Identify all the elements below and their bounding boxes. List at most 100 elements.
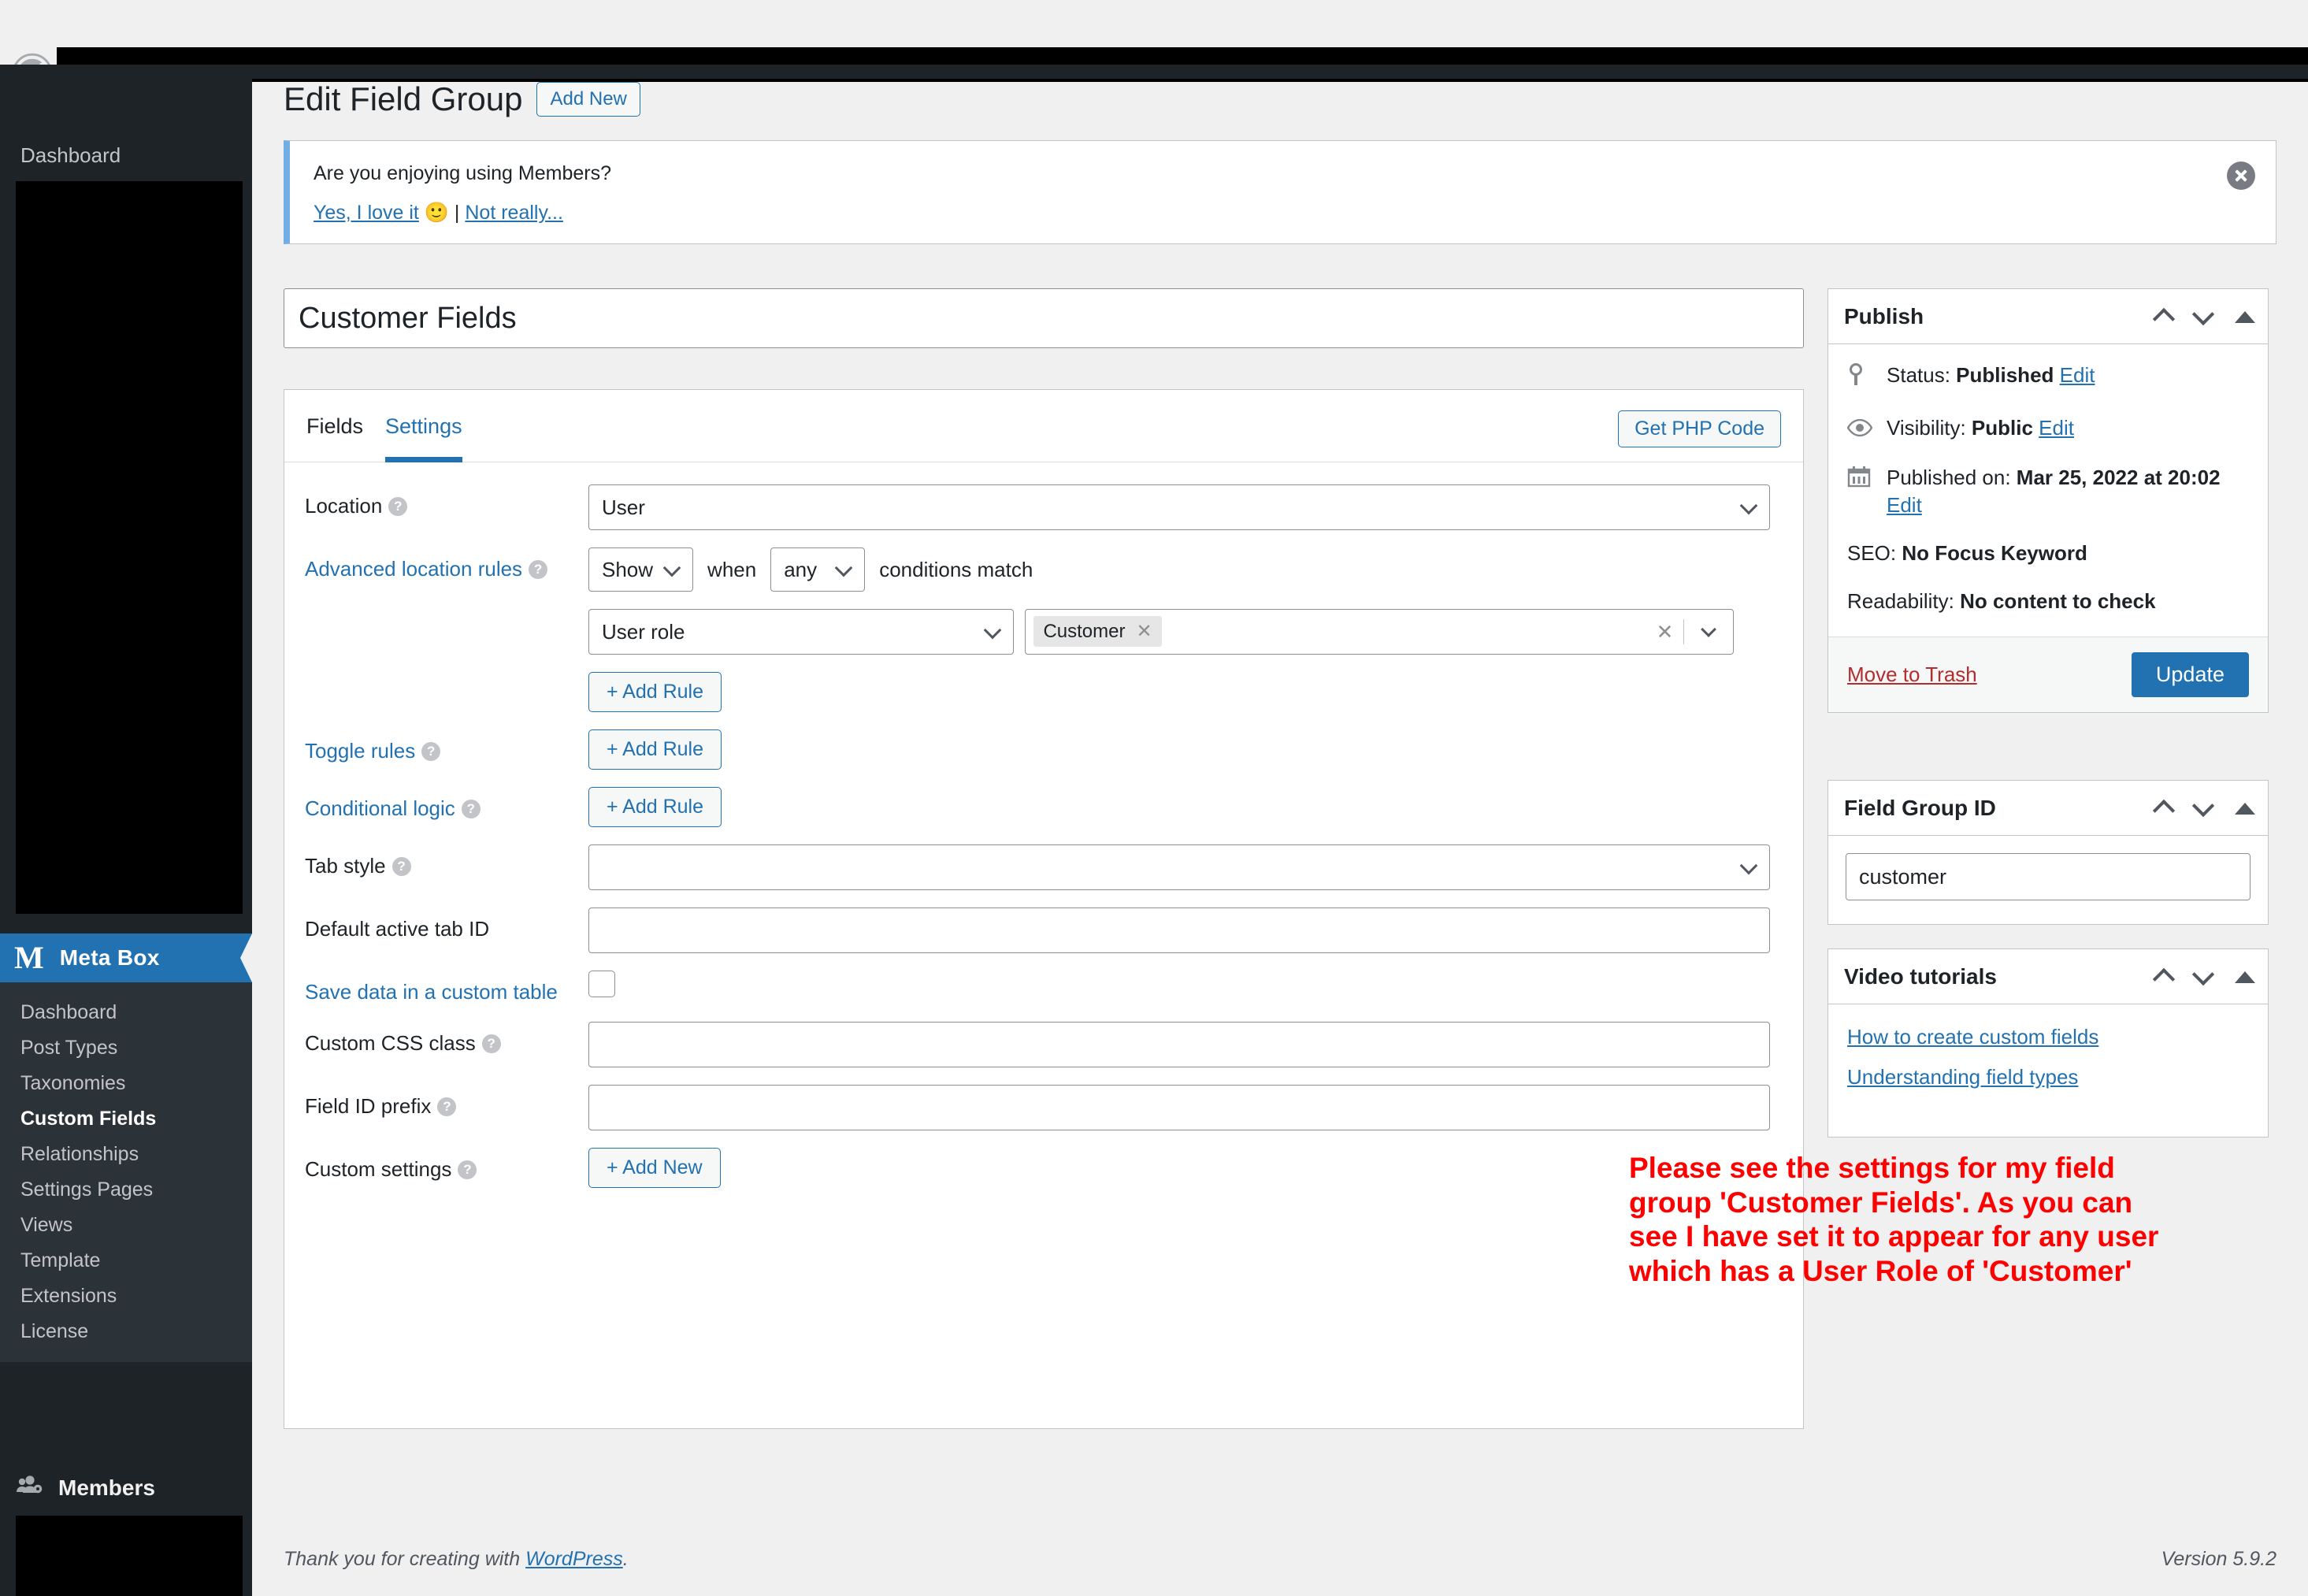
sidebar-item-template[interactable]: Template: [0, 1243, 252, 1279]
publish-date-line: Published on: Mar 25, 2022 at 20:02 Edit: [1847, 464, 2249, 519]
row-toggle-rules: Toggle rules ? + Add Rule: [305, 729, 1783, 770]
tab-settings[interactable]: Settings: [385, 390, 462, 462]
toggle-panel-icon[interactable]: [2235, 310, 2255, 323]
help-icon[interactable]: ?: [481, 1034, 501, 1053]
help-icon[interactable]: ?: [437, 1097, 457, 1116]
calendar-icon: [1847, 464, 1874, 495]
update-button[interactable]: Update: [2131, 651, 2249, 697]
publish-box-body: Status: Published Edit Visibility: Publi…: [1828, 344, 2268, 637]
publish-box-title: Publish: [1844, 303, 1924, 328]
custom-settings-label-text: Custom settings: [305, 1157, 452, 1181]
rule-show-hide-select[interactable]: Show: [588, 547, 694, 592]
publish-status-value: Published: [1956, 363, 2054, 387]
meta-box-logo-icon: M: [14, 940, 44, 975]
chevron-down-icon: [1739, 856, 1758, 875]
publish-visibility-edit-link[interactable]: Edit: [2039, 416, 2074, 440]
publish-status-edit-link[interactable]: Edit: [2060, 363, 2095, 387]
field-group-id-input[interactable]: customer: [1846, 853, 2250, 900]
help-icon[interactable]: ?: [461, 799, 481, 818]
row-field-id-prefix-label: Field ID prefix ?: [305, 1085, 588, 1119]
notice-emoji-icon: 🙂: [424, 202, 449, 224]
help-icon[interactable]: ?: [391, 856, 411, 876]
add-location-rule-button[interactable]: + Add Rule: [588, 672, 722, 712]
publish-box: Publish Status: Published Edit Visibilit…: [1827, 288, 2269, 713]
sidebar-item-dashboard[interactable]: Dashboard: [0, 129, 252, 181]
sidebar-item-views[interactable]: Views: [0, 1208, 252, 1243]
move-up-icon[interactable]: [2152, 307, 2176, 331]
move-down-icon[interactable]: [2191, 963, 2215, 986]
default-active-tab-id-input[interactable]: [588, 907, 1770, 953]
video-tutorial-link-1[interactable]: How to create custom fields: [1847, 1025, 2249, 1049]
rule-field-value: User role: [602, 620, 685, 644]
add-toggle-rule-button[interactable]: + Add Rule: [588, 729, 722, 770]
row-advanced-location-rules-label[interactable]: Advanced location rules ?: [305, 547, 588, 581]
row-toggle-rules-label[interactable]: Toggle rules ?: [305, 729, 588, 763]
sidebar-item-post-types[interactable]: Post Types: [0, 1030, 252, 1066]
notice-question: Are you enjoying using Members?: [314, 162, 611, 184]
toggle-panel-icon[interactable]: [2235, 802, 2255, 815]
field-id-prefix-input[interactable]: [588, 1085, 1770, 1130]
sidebar-item-meta-box[interactable]: M Meta Box: [0, 933, 252, 982]
video-tutorials-body: How to create custom fields Understandin…: [1828, 1004, 2268, 1137]
sidebar-item-relationships[interactable]: Relationships: [0, 1137, 252, 1172]
location-label-text: Location: [305, 494, 383, 518]
panel-tabs: Fields Settings Get PHP Code: [284, 390, 1803, 462]
add-custom-setting-button[interactable]: + Add New: [588, 1148, 721, 1188]
move-to-trash-link[interactable]: Move to Trash: [1847, 663, 1977, 687]
move-down-icon[interactable]: [2191, 302, 2215, 326]
notice-yes-link[interactable]: Yes, I love it: [314, 202, 419, 224]
rule-match-select[interactable]: any: [770, 547, 866, 592]
meta-box-submenu: Dashboard Post Types Taxonomies Custom F…: [0, 982, 252, 1362]
custom-css-class-input[interactable]: [588, 1022, 1770, 1067]
row-conditional-logic-label[interactable]: Conditional logic ?: [305, 787, 588, 821]
sidebar-item-dashboard-sub[interactable]: Dashboard: [0, 995, 252, 1030]
sidebar-item-license[interactable]: License: [0, 1314, 252, 1349]
tag-remove-x-icon[interactable]: ✕: [1136, 620, 1152, 643]
move-up-icon[interactable]: [2152, 799, 2176, 822]
toggle-panel-icon[interactable]: [2235, 971, 2255, 983]
clear-all-x-icon[interactable]: ✕: [1657, 620, 1674, 644]
publish-box-header: Publish: [1828, 289, 2268, 344]
wordpress-link[interactable]: WordPress: [525, 1548, 623, 1570]
sidebar-item-dashboard-label: Dashboard: [20, 143, 121, 167]
get-php-code-button[interactable]: Get PHP Code: [1618, 410, 1781, 447]
notice-no-link[interactable]: Not really...: [465, 202, 563, 224]
video-tutorials-title: Video tutorials: [1844, 963, 1997, 989]
field-group-title-input[interactable]: Customer Fields: [284, 288, 1804, 348]
tab-fields[interactable]: Fields: [306, 390, 363, 462]
move-up-icon[interactable]: [2152, 967, 2176, 991]
sidebar-item-taxonomies[interactable]: Taxonomies: [0, 1066, 252, 1101]
publish-date-edit-link[interactable]: Edit: [1887, 493, 1922, 517]
move-down-icon[interactable]: [2191, 794, 2215, 818]
help-icon[interactable]: ?: [529, 559, 548, 579]
notice-separator: |: [454, 202, 460, 224]
help-icon[interactable]: ?: [388, 496, 408, 516]
publish-status-line: Status: Published Edit: [1847, 362, 2249, 394]
help-icon[interactable]: ?: [421, 741, 441, 761]
sidebar-item-settings-pages[interactable]: Settings Pages: [0, 1172, 252, 1208]
eye-icon: [1846, 414, 1874, 444]
publish-readability-line: Readability: No content to check: [1847, 588, 2249, 615]
add-new-button[interactable]: Add New: [536, 82, 640, 117]
row-save-custom-table-label[interactable]: Save data in a custom table: [305, 971, 588, 1004]
video-tutorials-controls: [2152, 949, 2255, 1004]
rule-field-select[interactable]: User role: [588, 609, 1014, 655]
publish-visibility-line: Visibility: Public Edit: [1846, 414, 2249, 444]
location-select[interactable]: User: [588, 484, 1770, 530]
tab-style-select[interactable]: [588, 844, 1770, 890]
rule-value-multiselect[interactable]: Customer ✕ ✕: [1025, 609, 1735, 655]
publish-status-label: Status:: [1887, 363, 1950, 387]
close-circle-icon[interactable]: [2227, 161, 2255, 190]
default-active-tab-id-label-text: Default active tab ID: [305, 917, 490, 941]
toggle-rules-label-text: Toggle rules: [305, 739, 416, 763]
help-icon[interactable]: ?: [458, 1160, 477, 1179]
sidebar-item-custom-fields[interactable]: Custom Fields: [0, 1101, 252, 1137]
add-conditional-logic-rule-button[interactable]: + Add Rule: [588, 787, 722, 827]
row-save-custom-table: Save data in a custom table: [305, 971, 1783, 1004]
sidebar-item-members[interactable]: Members: [0, 1461, 252, 1516]
save-custom-table-checkbox[interactable]: [588, 971, 615, 997]
sidebar-item-extensions[interactable]: Extensions: [0, 1279, 252, 1314]
video-tutorial-link-2[interactable]: Understanding field types: [1847, 1065, 2249, 1089]
field-group-id-box: Field Group ID customer: [1827, 780, 2269, 925]
field-group-id-controls: [2152, 781, 2255, 836]
